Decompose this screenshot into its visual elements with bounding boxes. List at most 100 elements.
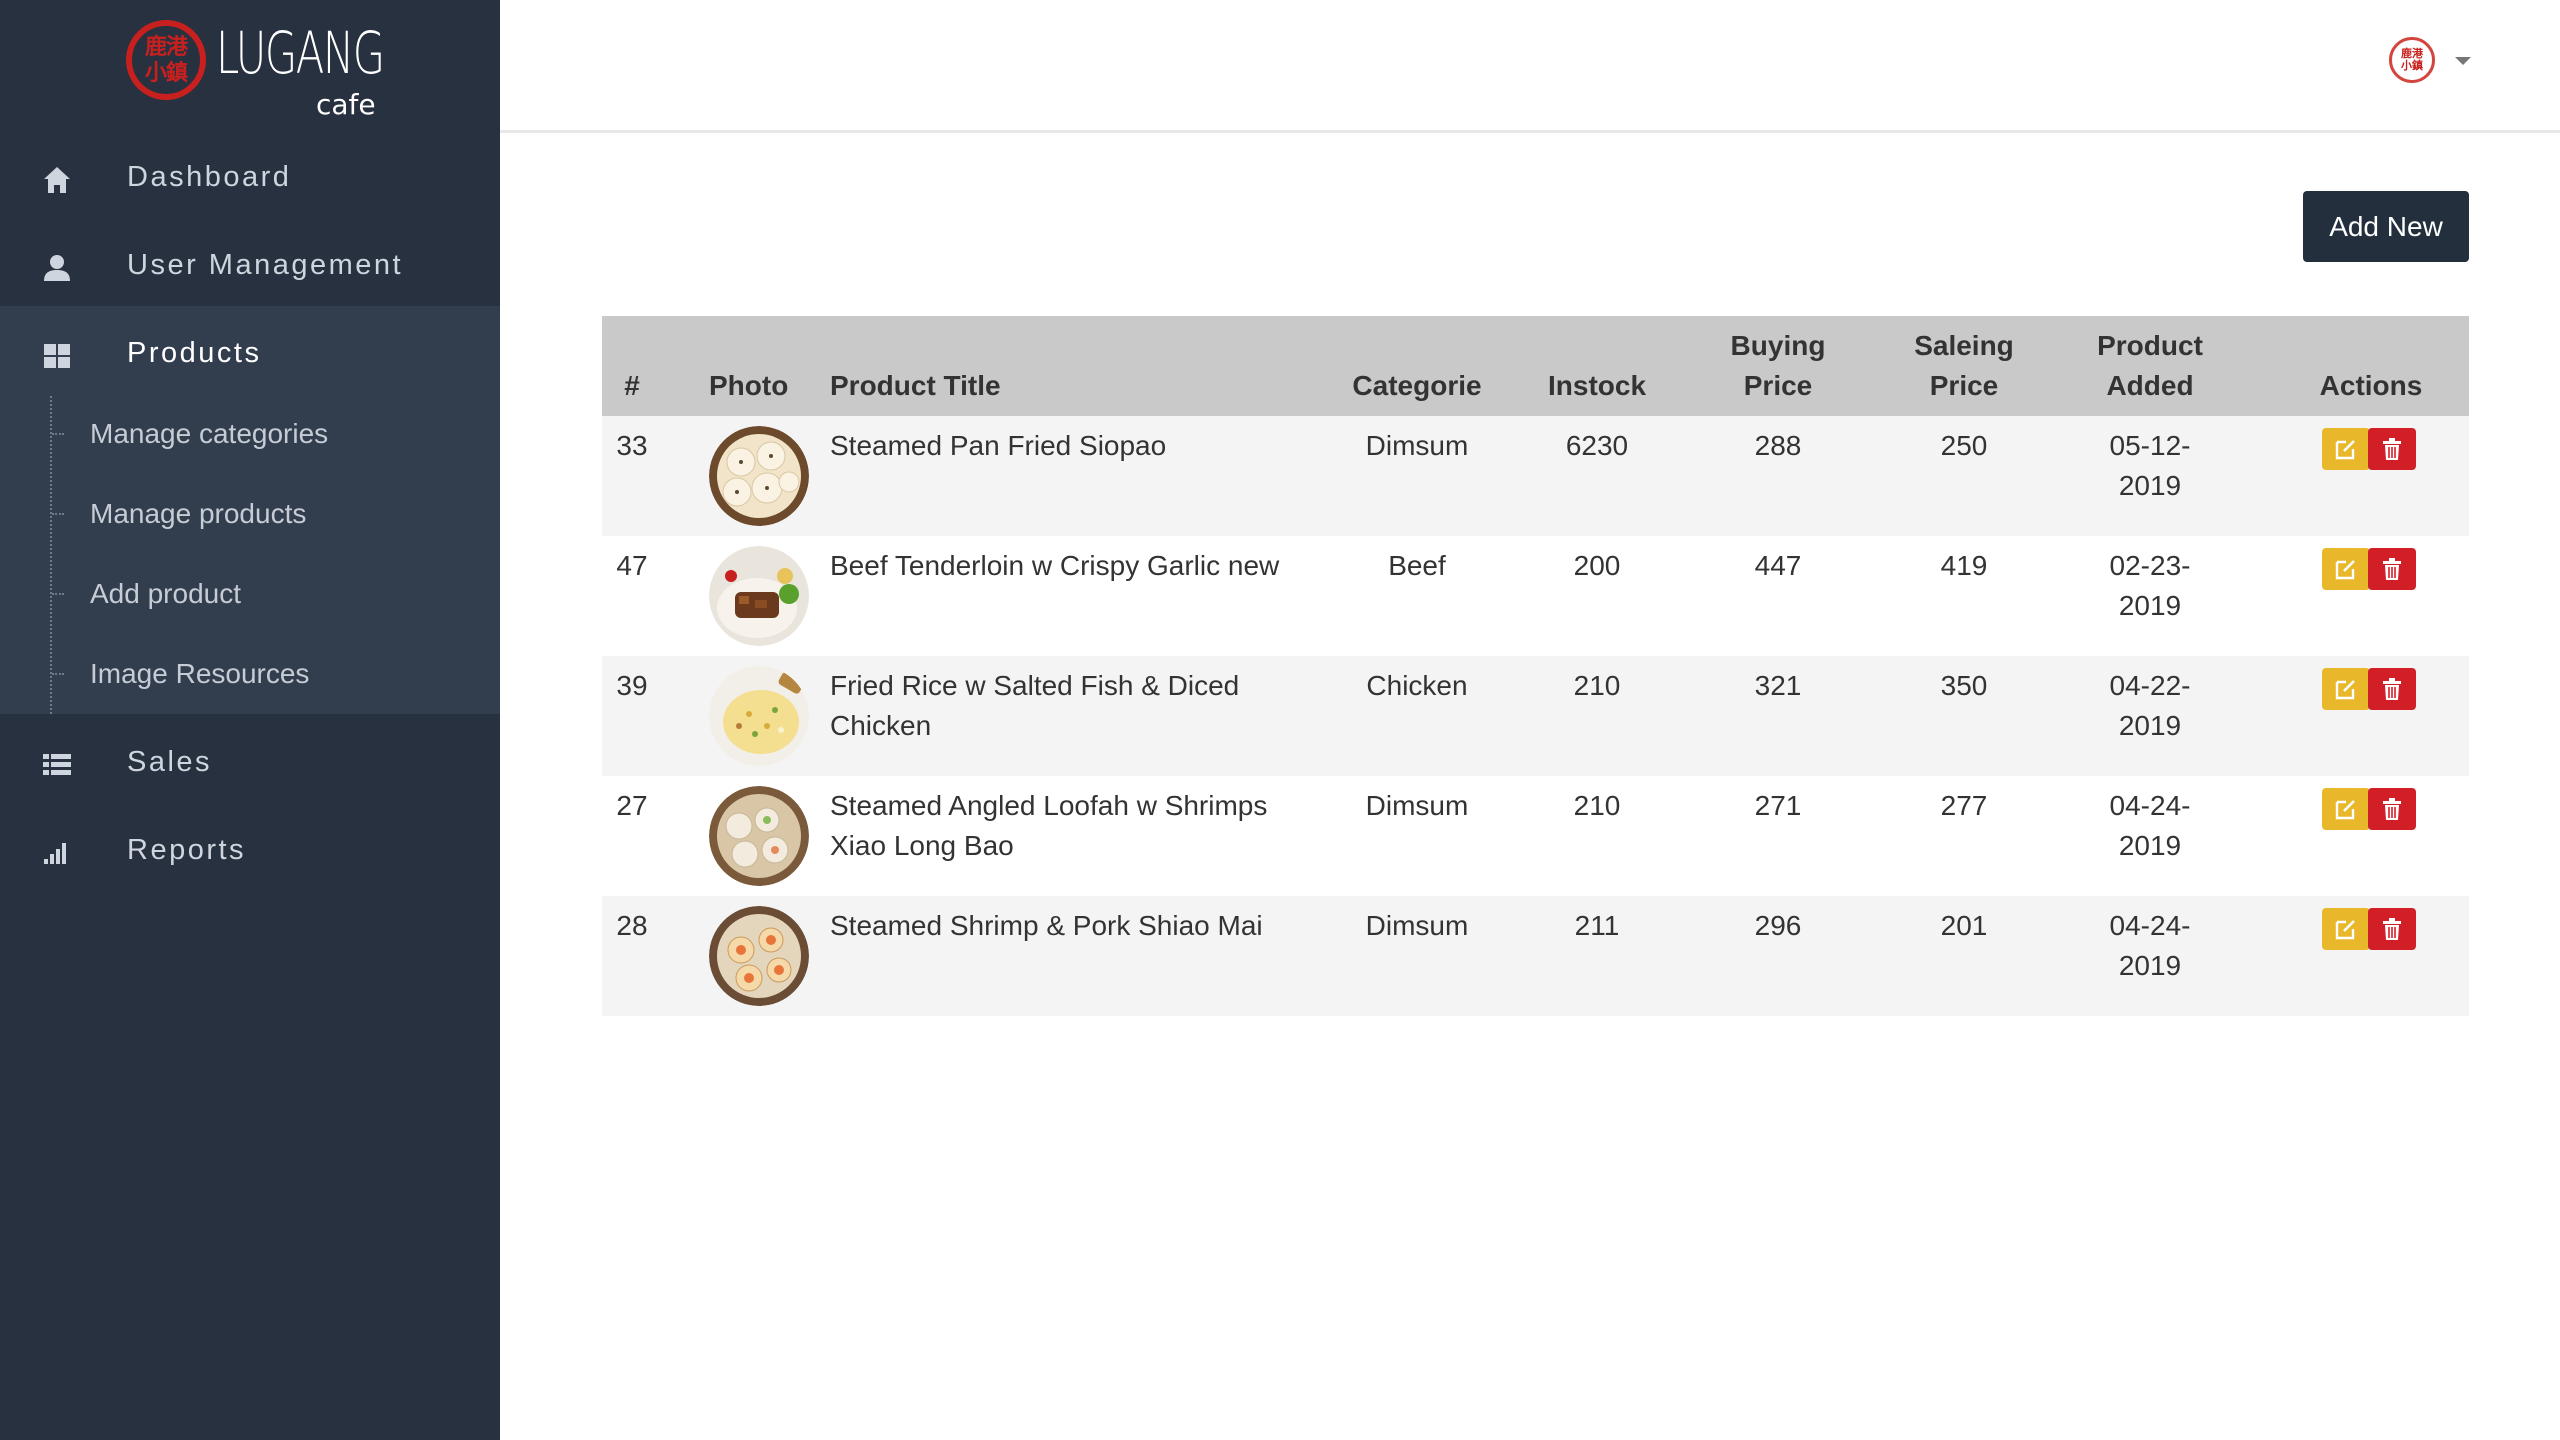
table-row: 28 Steamed Shrimp & Pork Shiao Mai Dimsu… bbox=[602, 896, 2469, 1016]
sidebar-item-user-management[interactable]: User Management bbox=[0, 221, 500, 309]
sidebar-item-reports[interactable]: Reports bbox=[0, 806, 500, 894]
header-photo[interactable]: Photo bbox=[709, 366, 793, 406]
header-id[interactable]: # bbox=[622, 366, 642, 406]
tree-branch bbox=[52, 673, 64, 675]
beef-photo bbox=[709, 546, 809, 646]
chevron-down-icon[interactable] bbox=[2455, 57, 2471, 65]
sidebar-item-label: Reports bbox=[127, 834, 247, 866]
user-icon bbox=[42, 253, 72, 283]
cell-product-title: Fried Rice w Salted Fish & Diced Chicken bbox=[830, 666, 1310, 746]
title-line: Steamed Angled Loofah w Shrimps bbox=[830, 790, 1268, 821]
header-saleing-price[interactable]: Saleing Price bbox=[1894, 326, 2034, 406]
edit-button[interactable] bbox=[2322, 548, 2370, 590]
cell-id: 47 bbox=[616, 550, 648, 581]
cell-product-added: 05-12-2019 bbox=[2109, 430, 2191, 501]
fried-rice-photo bbox=[709, 666, 809, 766]
sidebar-item-label: Dashboard bbox=[127, 161, 292, 193]
siopao-photo bbox=[709, 426, 809, 526]
tree-branch bbox=[52, 433, 64, 435]
delete-button[interactable] bbox=[2368, 908, 2416, 950]
list-icon bbox=[42, 750, 72, 780]
cell-saleing-price: 350 bbox=[1940, 670, 1988, 701]
edit-button[interactable] bbox=[2322, 908, 2370, 950]
cell-buying-price: 288 bbox=[1754, 430, 1802, 461]
logo-seal-top: 鹿港 bbox=[144, 34, 188, 60]
submenu-item-add-product[interactable]: Add product bbox=[0, 554, 500, 634]
cell-product-added: 04-24-2019 bbox=[2109, 910, 2191, 981]
cell-id: 39 bbox=[616, 670, 648, 701]
sidebar-item-dashboard[interactable]: Dashboard bbox=[0, 133, 500, 221]
edit-icon bbox=[2335, 800, 2355, 820]
cell-product-title: Steamed Shrimp & Pork Shiao Mai bbox=[830, 906, 1310, 946]
title-line: Fried Rice w Salted Fish & Diced bbox=[830, 670, 1240, 701]
trash-icon bbox=[2383, 558, 2401, 580]
header-buying-line2: Price bbox=[1743, 370, 1813, 401]
table-row: 39 Fried Rice w Salted Fish & Diced Chic… bbox=[602, 656, 2469, 776]
sidebar-item-sales[interactable]: Sales bbox=[0, 718, 500, 806]
header-instock[interactable]: Instock bbox=[1537, 366, 1657, 406]
sidebar: 鹿港 小鎮 LUGANG cafe Dashboard User Managem… bbox=[0, 0, 500, 1440]
edit-button[interactable] bbox=[2322, 668, 2370, 710]
edit-icon bbox=[2335, 680, 2355, 700]
cell-id: 27 bbox=[616, 790, 648, 821]
delete-button[interactable] bbox=[2368, 788, 2416, 830]
edit-button[interactable] bbox=[2322, 788, 2370, 830]
cell-categorie: Dimsum bbox=[1365, 910, 1469, 941]
submenu-item-manage-categories[interactable]: Manage categories bbox=[0, 394, 500, 474]
cell-instock: 210 bbox=[1573, 790, 1621, 821]
sidebar-item-products[interactable]: Products bbox=[0, 309, 500, 397]
home-icon bbox=[42, 165, 72, 195]
submenu-item-label: Manage products bbox=[90, 498, 307, 529]
cell-instock: 200 bbox=[1573, 550, 1621, 581]
shiao-mai-photo bbox=[709, 906, 809, 1006]
cell-buying-price: 447 bbox=[1754, 550, 1802, 581]
tree-branch bbox=[52, 593, 64, 595]
header-saleing-line1: Saleing bbox=[1914, 330, 2014, 361]
add-new-button[interactable]: Add New bbox=[2303, 191, 2469, 262]
avatar-text: 鹿港小鎮 bbox=[2401, 47, 2423, 72]
sidebar-item-label: Sales bbox=[127, 746, 213, 778]
cell-saleing-price: 250 bbox=[1940, 430, 1988, 461]
table-row: 47 Beef Tenderloin w Crispy Garlic new B… bbox=[602, 536, 2469, 656]
logo-wordmark: LUGANG bbox=[216, 19, 385, 87]
header-saleing-line2: Price bbox=[1929, 370, 1999, 401]
delete-button[interactable] bbox=[2368, 548, 2416, 590]
trash-icon bbox=[2383, 678, 2401, 700]
bar-chart-icon bbox=[42, 838, 72, 868]
cell-product-added: 02-23-2019 bbox=[2109, 550, 2191, 621]
grid-icon bbox=[42, 341, 72, 371]
logo-sub: cafe bbox=[316, 88, 376, 121]
submenu-item-manage-products[interactable]: Manage products bbox=[0, 474, 500, 554]
user-avatar-icon[interactable]: 鹿港小鎮 bbox=[2389, 37, 2435, 83]
title-line: Steamed Shrimp & Pork Shiao Mai bbox=[830, 910, 1263, 941]
cell-instock: 6230 bbox=[1565, 430, 1629, 461]
header-product-title[interactable]: Product Title bbox=[830, 366, 1080, 406]
title-line: Chicken bbox=[830, 710, 932, 741]
header-buying-price[interactable]: Buying Price bbox=[1708, 326, 1848, 406]
top-bar: 鹿港小鎮 bbox=[500, 0, 2560, 133]
edit-icon bbox=[2335, 920, 2355, 940]
trash-icon bbox=[2383, 798, 2401, 820]
xiao-long-bao-photo bbox=[709, 786, 809, 886]
edit-icon bbox=[2335, 560, 2355, 580]
cell-id: 33 bbox=[616, 430, 648, 461]
cell-product-added: 04-24-2019 bbox=[2109, 790, 2191, 861]
submenu-item-image-resources[interactable]: Image Resources bbox=[0, 634, 500, 714]
cell-categorie: Beef bbox=[1388, 550, 1446, 581]
delete-button[interactable] bbox=[2368, 668, 2416, 710]
cell-id: 28 bbox=[616, 910, 648, 941]
brand-logo[interactable]: 鹿港 小鎮 LUGANG cafe bbox=[120, 16, 400, 132]
cell-instock: 210 bbox=[1573, 670, 1621, 701]
cell-saleing-price: 201 bbox=[1940, 910, 1988, 941]
header-product-added[interactable]: Product Added bbox=[2080, 326, 2220, 406]
cell-product-added: 04-22-2019 bbox=[2109, 670, 2191, 741]
cell-buying-price: 296 bbox=[1754, 910, 1802, 941]
header-categorie[interactable]: Categorie bbox=[1342, 366, 1492, 406]
table-row: 27 Steamed Angled Loofah w Shrimps Xiao … bbox=[602, 776, 2469, 896]
edit-button[interactable] bbox=[2322, 428, 2370, 470]
cell-product-title: Steamed Angled Loofah w Shrimps Xiao Lon… bbox=[830, 786, 1310, 866]
cell-saleing-price: 419 bbox=[1940, 550, 1988, 581]
delete-button[interactable] bbox=[2368, 428, 2416, 470]
cell-product-title: Steamed Pan Fried Siopao bbox=[830, 426, 1310, 466]
cell-saleing-price: 277 bbox=[1940, 790, 1988, 821]
